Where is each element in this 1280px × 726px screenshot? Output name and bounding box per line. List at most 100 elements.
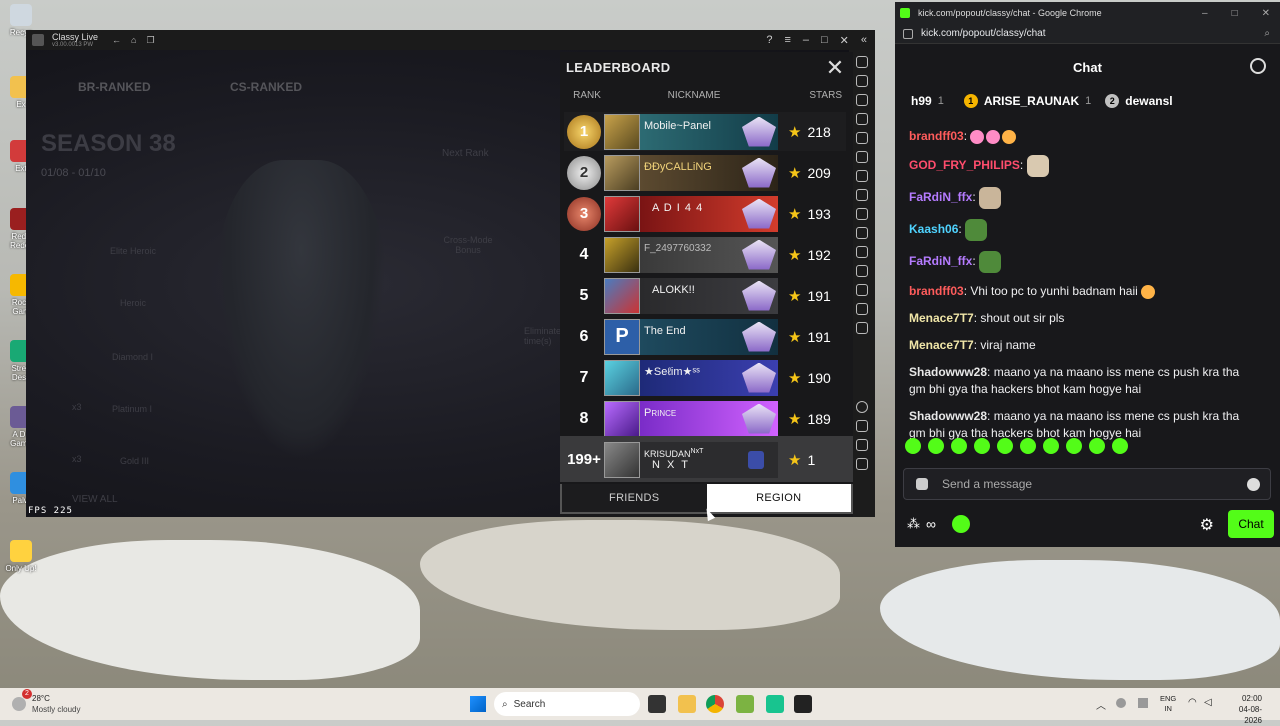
chat-username[interactable]: Kaash06 — [909, 222, 958, 236]
site-info-icon[interactable] — [903, 28, 913, 39]
sync-icon[interactable] — [856, 132, 868, 144]
chat-username[interactable]: Menace7T7 — [909, 311, 974, 325]
start-button[interactable] — [470, 696, 486, 712]
eco-mode-icon[interactable] — [856, 265, 868, 277]
back-icon[interactable] — [856, 420, 868, 432]
emote-icon[interactable] — [997, 438, 1013, 454]
tab-region[interactable]: REGION — [706, 484, 851, 512]
back-icon[interactable]: ← — [112, 35, 121, 45]
weather-widget[interactable]: 2 28°C Mostly cloudy — [12, 689, 80, 715]
maximize-button[interactable]: □ — [821, 34, 828, 47]
gifter-name[interactable]: h99 — [911, 94, 932, 108]
message-input[interactable]: Send a message — [903, 468, 1271, 500]
emoji-picker-icon[interactable] — [1247, 478, 1260, 491]
chat-username[interactable]: GOD_FRY_PHILIPS — [909, 158, 1020, 172]
folder-icon[interactable] — [856, 227, 868, 239]
gifter-name[interactable]: dewansl — [1125, 94, 1172, 108]
leaderboard-row[interactable]: 1 Mobile~Panel ★ 218 — [564, 112, 846, 151]
emulator-icon[interactable] — [766, 695, 784, 713]
tab-br-ranked[interactable]: BR-RANKED — [78, 80, 151, 94]
wifi-icon[interactable]: ◠ — [1188, 697, 1197, 708]
app-icon[interactable] — [736, 695, 754, 713]
emote-icon[interactable] — [1089, 438, 1105, 454]
leaderboard-row-me[interactable]: 199+ KRISUDANNxT N X T ★ 1 — [564, 440, 846, 479]
rotate-icon[interactable] — [856, 322, 868, 334]
users-icon[interactable] — [1250, 58, 1266, 74]
avatar — [604, 236, 640, 273]
chrome-icon[interactable] — [706, 695, 724, 713]
chat-message: brandff03: Vhi too pc to yunhi badnam ha… — [909, 283, 1259, 300]
emote-icon[interactable] — [951, 438, 967, 454]
close-button[interactable]: ✕ — [1262, 8, 1270, 19]
kick-logo-icon[interactable] — [951, 515, 970, 533]
chat-username[interactable]: FaRdiN_ffx — [909, 190, 972, 204]
clock[interactable]: 02:00 04-08-2026 — [1222, 693, 1262, 726]
multiwindow-icon[interactable]: ❐ — [146, 35, 154, 46]
maximize-button[interactable]: □ — [1232, 8, 1238, 19]
minimize-button[interactable]: – — [1202, 8, 1208, 19]
chat-username[interactable]: brandff03 — [909, 284, 964, 298]
keyboard-icon[interactable] — [856, 113, 868, 125]
volume-icon[interactable] — [856, 75, 868, 87]
leaderboard-row[interactable]: 7 ★Seℓim★ˢˢ ★ 190 — [564, 358, 846, 397]
zoom-icon[interactable]: ⌕ — [1264, 28, 1270, 39]
emote-icon — [965, 219, 988, 241]
leaderboard-row[interactable]: 4 F_2497760332 ★ 192 — [564, 235, 846, 274]
minimize-button[interactable]: – — [803, 34, 809, 47]
home-icon[interactable] — [856, 439, 868, 451]
leaderboard-row[interactable]: 6 P The End ★ 191 — [564, 317, 846, 356]
gamepad-icon[interactable] — [856, 170, 868, 182]
menu-icon[interactable]: ≡ — [784, 34, 790, 47]
tray-chevron-icon[interactable]: ︿ — [1096, 697, 1106, 712]
multi-instance-icon[interactable] — [856, 246, 868, 258]
terminal-icon[interactable] — [794, 695, 812, 713]
collapse-sidebar-icon[interactable]: « — [861, 34, 867, 47]
infinity-icon[interactable]: ∞ — [926, 516, 936, 532]
home-icon[interactable]: ⌂ — [131, 35, 136, 45]
emote-icon[interactable] — [928, 438, 944, 454]
view-all-link[interactable]: VIEW ALL — [72, 494, 118, 505]
tray-icon[interactable] — [1116, 698, 1126, 708]
screenshot-icon[interactable] — [856, 208, 868, 220]
emote-icon[interactable] — [1020, 438, 1036, 454]
tray-icon[interactable] — [1138, 698, 1148, 708]
layers-icon[interactable] — [856, 303, 868, 315]
file-explorer-icon[interactable] — [678, 695, 696, 713]
fullscreen-icon[interactable] — [856, 56, 868, 68]
help-icon[interactable]: ? — [766, 34, 772, 47]
close-icon[interactable]: ✕ — [823, 56, 847, 80]
address-bar[interactable]: kick.com/popout/classy/chat ⌕ — [895, 24, 1280, 44]
record-icon[interactable] — [856, 94, 868, 106]
leaderboard-row[interactable]: 8 Prince ★ 189 — [564, 399, 846, 438]
emote-icon[interactable] — [905, 438, 921, 454]
emote-icon[interactable] — [1066, 438, 1082, 454]
send-chat-button[interactable]: Chat — [1228, 510, 1274, 538]
gifter-name[interactable]: ARISE_RAUNAK — [984, 94, 1079, 108]
volume-icon[interactable]: ◁ — [1204, 697, 1212, 708]
chat-username[interactable]: FaRdiN_ffx — [909, 254, 972, 268]
tab-cs-ranked[interactable]: CS-RANKED — [230, 80, 302, 94]
desktop-icon-onlyup[interactable]: Only Up! — [4, 540, 38, 573]
apk-icon[interactable] — [856, 189, 868, 201]
chat-username[interactable]: brandff03 — [909, 129, 964, 143]
chat-username[interactable]: Menace7T7 — [909, 338, 974, 352]
close-button[interactable]: ✕ — [840, 34, 849, 47]
leaderboard-row[interactable]: 5 ALOKK!! ★ 191 — [564, 276, 846, 315]
leaderboard-row[interactable]: 3 A D I 4 4 ★ 193 — [564, 194, 846, 233]
emote-icon[interactable] — [1043, 438, 1059, 454]
settings-icon[interactable] — [856, 401, 868, 413]
chat-username[interactable]: Shadowww28 — [909, 409, 987, 423]
taskbar-search[interactable]: ⌕ Search — [494, 692, 640, 716]
points-icon[interactable]: ⁂ — [907, 516, 920, 532]
settings-icon[interactable]: ⚙ — [1200, 515, 1214, 535]
language-indicator[interactable]: ENG IN — [1160, 694, 1176, 714]
location-icon[interactable] — [856, 284, 868, 296]
macro-icon[interactable] — [856, 151, 868, 163]
chat-username[interactable]: Shadowww28 — [909, 365, 987, 379]
recent-apps-icon[interactable] — [856, 458, 868, 470]
emote-icon[interactable] — [974, 438, 990, 454]
task-view-icon[interactable] — [648, 695, 666, 713]
emote-icon[interactable] — [1112, 438, 1128, 454]
leaderboard-row[interactable]: 2 ĐĐyCALLiNG ★ 209 — [564, 153, 846, 192]
tab-friends[interactable]: FRIENDS — [562, 484, 707, 512]
